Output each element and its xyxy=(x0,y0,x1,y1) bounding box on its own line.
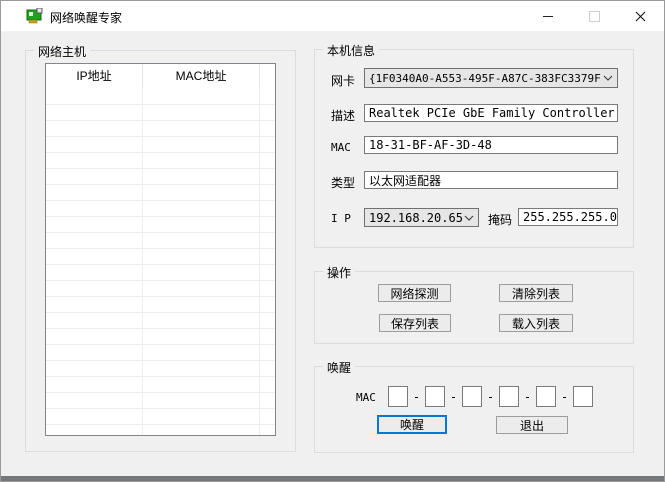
host-list-body[interactable] xyxy=(46,89,275,435)
close-icon xyxy=(635,11,646,22)
mac-field[interactable]: 18-31-BF-AF-3D-48 xyxy=(364,136,618,154)
window-title: 网络唤醒专家 xyxy=(50,9,122,26)
mac-label: MAC xyxy=(331,141,351,154)
group-network-hosts-label: 网络主机 xyxy=(34,43,90,60)
mac-separator: - xyxy=(445,390,462,404)
wake-mac-octet-4[interactable] xyxy=(499,386,519,407)
column-header-ip[interactable]: IP地址 xyxy=(46,64,143,89)
title-bar: 网络唤醒专家 xyxy=(1,1,664,31)
minimize-button[interactable] xyxy=(525,1,571,31)
clear-list-button[interactable]: 清除列表 xyxy=(499,284,573,302)
host-list[interactable]: IP地址 MAC地址 xyxy=(45,63,276,436)
column-header-mac[interactable]: MAC地址 xyxy=(143,64,260,89)
mac-separator: - xyxy=(482,390,499,404)
wake-button[interactable]: 唤醒 xyxy=(377,415,447,434)
column-header-spacer xyxy=(260,64,275,89)
mask-label: 掩码 xyxy=(488,211,512,228)
group-wake: 唤醒 xyxy=(314,366,634,453)
app-icon xyxy=(26,8,44,24)
maximize-icon xyxy=(589,11,600,22)
adapter-value: {1F0340A0-A553-495F-A87C-383FC3379F0D} xyxy=(369,72,601,85)
wake-mac-octet-6[interactable] xyxy=(573,386,593,407)
column-divider xyxy=(259,89,260,435)
mac-separator: - xyxy=(519,390,536,404)
app-window: 网络唤醒专家 网络主机 IP地址 MAC地址 本机信息 网卡 {1F0340A0… xyxy=(0,0,665,482)
save-list-button[interactable]: 保存列表 xyxy=(379,314,451,332)
mac-separator: - xyxy=(556,390,573,404)
description-label: 描述 xyxy=(331,107,355,124)
ip-value: 192.168.20.65 xyxy=(369,211,462,225)
close-button[interactable] xyxy=(617,1,663,31)
adapter-select[interactable]: {1F0340A0-A553-495F-A87C-383FC3379F0D} xyxy=(364,68,618,88)
description-field[interactable]: Realtek PCIe GbE Family Controller xyxy=(364,104,618,122)
description-value: Realtek PCIe GbE Family Controller xyxy=(369,106,615,120)
wake-mac-octet-5[interactable] xyxy=(536,386,556,407)
network-detect-button[interactable]: 网络探测 xyxy=(378,284,451,302)
wake-mac-octet-2[interactable] xyxy=(425,386,445,407)
group-wake-label: 唤醒 xyxy=(323,359,355,376)
group-local-info-label: 本机信息 xyxy=(323,42,379,59)
column-divider xyxy=(142,89,143,435)
mac-separator: - xyxy=(408,390,425,404)
chevron-down-icon xyxy=(603,75,613,81)
ip-label: I P xyxy=(331,212,351,225)
exit-button[interactable]: 退出 xyxy=(496,416,568,434)
mask-field[interactable]: 255.255.255.0 xyxy=(518,208,618,226)
chevron-down-icon xyxy=(464,215,474,221)
type-value: 以太网适配器 xyxy=(369,172,441,189)
mac-value: 18-31-BF-AF-3D-48 xyxy=(369,138,492,152)
type-label: 类型 xyxy=(331,174,355,191)
wake-mac-octet-3[interactable] xyxy=(462,386,482,407)
load-list-button[interactable]: 载入列表 xyxy=(499,314,573,332)
type-field[interactable]: 以太网适配器 xyxy=(364,171,618,189)
window-bottom-edge xyxy=(1,476,664,481)
wake-mac-inputs: - - - - - xyxy=(388,386,593,407)
group-actions-label: 操作 xyxy=(323,264,355,281)
adapter-label: 网卡 xyxy=(331,72,355,89)
mask-value: 255.255.255.0 xyxy=(523,210,617,224)
minimize-icon xyxy=(543,16,553,17)
group-actions: 操作 xyxy=(314,271,634,344)
host-list-header: IP地址 MAC地址 xyxy=(46,64,275,90)
ip-select[interactable]: 192.168.20.65 xyxy=(364,208,479,227)
wake-mac-octet-1[interactable] xyxy=(388,386,408,407)
wake-mac-label: MAC xyxy=(356,391,376,404)
maximize-button[interactable] xyxy=(571,1,617,31)
